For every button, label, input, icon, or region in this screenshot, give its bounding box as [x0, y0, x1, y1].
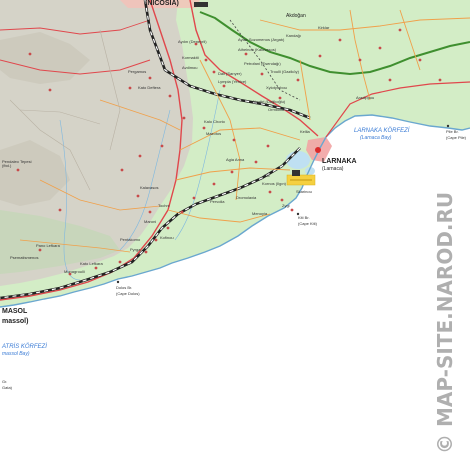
village-label: Kofinou — [160, 235, 174, 240]
village-label: Monagroulli — [64, 269, 85, 274]
village-label: Kato Deftera — [138, 85, 161, 90]
village-label: Menoyia — [252, 211, 268, 216]
village-label: Agia Anna — [226, 157, 245, 162]
village-label: Pyrga — [130, 247, 141, 252]
watermark-text: © MAP-SITE.NAROD.RU — [433, 191, 457, 454]
village-label: Troulli (Gaziköy) — [270, 69, 299, 74]
village-label: Akrotiri (Dağlıoğlu) — [252, 99, 286, 104]
village-label: Dali (Sarıyer) — [218, 71, 242, 76]
village-label: Avdimou — [182, 65, 198, 70]
label-akrotiri-bay: ATRİS KÖRFEZİ — [2, 344, 47, 350]
village-label: Kirklar — [318, 25, 330, 30]
label-nicosia: (NICOSIA) — [145, 0, 179, 7]
village-label: Pergamos — [128, 69, 147, 74]
label-cape-pyla-alt: (Cape Pile) — [446, 135, 467, 140]
village-label: Aydın (Deneyrli) — [178, 39, 207, 44]
village-label: Psematismenos — [10, 255, 39, 260]
label-larnaca-alt: (Larnaca) — [322, 166, 344, 172]
village-label: Kato Lefkara — [80, 261, 103, 266]
monument-symbol — [292, 170, 300, 176]
village-label: Xylotymbou — [266, 85, 287, 90]
map-canvas — [0, 0, 470, 461]
label-cape-gata: Gr. — [2, 379, 8, 384]
village-label: Lympia (Yenice) — [218, 79, 247, 84]
village-label: Kellia — [300, 129, 310, 134]
label-peak: Pendaleo Tepesi (fbd.) — [2, 159, 32, 168]
village-label: Kornos (Ilgın) — [262, 181, 287, 186]
village-label: Dromolaxia — [236, 195, 257, 200]
village-label: Pervolia — [210, 199, 225, 204]
capital-marker — [194, 2, 208, 7]
label-larnaca-bay: LARNAKA KÖRFEZİ — [354, 128, 410, 134]
village-label: Kalavasos — [140, 185, 159, 190]
village-label: Atheinou (Kalovasos) — [238, 47, 277, 52]
village-label: Tochni — [158, 203, 170, 208]
village-label: Kandağı — [286, 33, 301, 38]
label-cape-kiti-alt: (Cape Kiti) — [298, 221, 317, 226]
label-akdogan: Akdoğan — [286, 13, 306, 19]
village-label: Mazotos — [206, 131, 222, 136]
label-cape-pyla: Pile Br. — [446, 129, 459, 134]
village-label: Kormakiti — [182, 55, 199, 60]
map[interactable]: (NICOSIA) Akdoğan LARNAKA (Larnaca) MASO… — [0, 0, 470, 461]
village-label: Aradippou — [356, 95, 375, 100]
village-label: Kalo Chorio — [204, 119, 225, 124]
cape-dolos-marker — [116, 280, 120, 284]
label-cape-gata-alt: Gata) — [2, 385, 13, 390]
village-label: Zygi — [282, 203, 290, 208]
label-cape-kiti: Kiti Br. — [298, 215, 310, 220]
village-label: Ormidhia — [268, 107, 285, 112]
village-label: Pano Lefkara — [36, 243, 60, 248]
larnaca-marker — [315, 147, 321, 153]
label-cape-dolos: Dolos Br. — [116, 285, 133, 290]
village-label: Petrofani (Esendağı) — [244, 61, 281, 66]
village-label: Kiti — [264, 173, 270, 178]
label-larnaka: LARNAKA — [322, 158, 357, 165]
village-label: Pentakomo — [120, 237, 141, 242]
village-label: Maroni — [144, 219, 157, 224]
village-label: Ayios Sozomenos (Argatı) — [238, 37, 285, 42]
label-limassol-alt: massol) — [2, 318, 29, 325]
label-limassol: MASOL — [2, 308, 28, 315]
label-larnaca-bay-alt: (Larnaca Bay) — [360, 135, 392, 141]
village-label: Skarinou — [296, 189, 312, 194]
label-akrotiri-bay-alt: massol Bay) — [2, 351, 30, 357]
cape-pyla-marker — [446, 124, 450, 128]
label-cape-dolos-alt: (Cape Dolos) — [116, 291, 140, 296]
